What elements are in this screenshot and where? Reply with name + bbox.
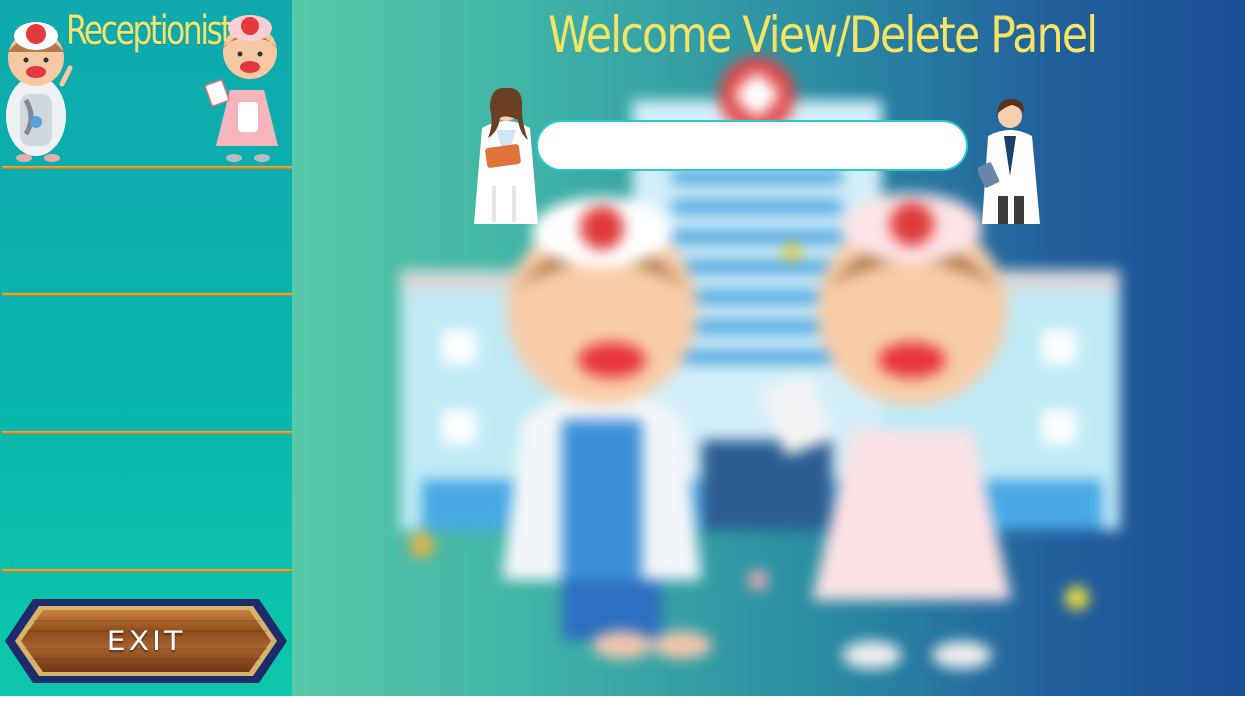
- sidebar-divider: [2, 569, 292, 572]
- exit-button[interactable]: EXIT: [3, 597, 289, 685]
- search-input[interactable]: [536, 120, 968, 171]
- main-panel: Welcome View/Delete Panel: [292, 0, 1245, 696]
- page-title: Welcome View/Delete Panel: [548, 6, 1098, 64]
- sidebar-menu-slot-2[interactable]: [0, 296, 292, 431]
- sidebar-menu-slot-1[interactable]: [0, 169, 292, 293]
- hospital-illustration: [400, 57, 1120, 669]
- sidebar: Receptionist EXIT: [0, 0, 292, 696]
- kid-nurse-icon: [204, 15, 278, 162]
- female-doctor-icon: [474, 87, 538, 224]
- sidebar-menu-slot-3[interactable]: [0, 434, 292, 569]
- sidebar-title: Receptionist: [66, 8, 233, 54]
- sidebar-header: Receptionist: [0, 0, 292, 166]
- exit-button-label: EXIT: [106, 625, 186, 657]
- male-doctor-icon: [978, 98, 1040, 224]
